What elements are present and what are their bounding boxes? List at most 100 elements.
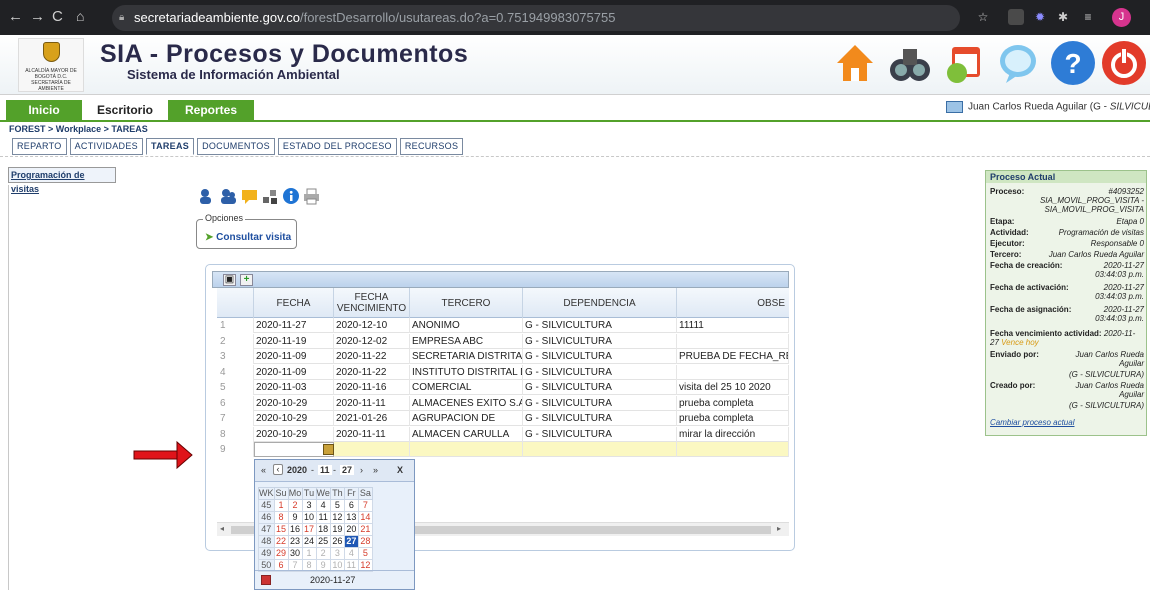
calendar-day-cell[interactable]: 18 — [315, 523, 331, 536]
close-icon[interactable]: X — [397, 465, 403, 475]
programacion-visitas-button[interactable]: Programación de visitas — [8, 167, 116, 194]
date-picker-icon[interactable] — [323, 444, 334, 455]
dependencia-cell[interactable]: G - SILVICULTURA — [523, 364, 677, 380]
calendar-day-cell[interactable]: 8 — [273, 511, 289, 524]
calendar-day-cell[interactable]: 10 — [301, 511, 317, 524]
comment-icon[interactable] — [241, 188, 258, 205]
table-row[interactable]: 2 2020-11-19 2020-12-02 EMPRESA ABC G - SILV… — [217, 333, 789, 349]
vencimiento-cell[interactable]: 2020-11-11 — [334, 426, 410, 442]
tercero-cell[interactable]: ALMACENES EXITO S.A — [410, 395, 523, 411]
calendar-day-cell[interactable]: 27 — [343, 535, 359, 548]
dependencia-cell[interactable]: G - SILVICULTURA — [523, 395, 677, 411]
reading-list-icon[interactable]: ≡ — [1080, 9, 1096, 25]
calendar-day-cell[interactable]: 29 — [273, 547, 289, 560]
calendar-day-cell[interactable]: 3 — [301, 499, 317, 512]
save-icon[interactable]: ▣ — [223, 274, 236, 286]
dependencia-cell[interactable]: G - SILVICULTURA — [523, 333, 677, 349]
dependencia-cell[interactable]: G - SILVICULTURA — [523, 349, 677, 364]
tab-documentos[interactable]: DOCUMENTOS — [197, 138, 275, 155]
fecha-cell[interactable]: 2020-10-29 — [254, 395, 334, 411]
address-bar[interactable]: 🔒︎ secretariadeambiente.gov.co/forestDesa… — [112, 5, 960, 31]
calendar-day-cell[interactable]: 17 — [301, 523, 317, 536]
calendar-day-cell[interactable]: 26 — [329, 535, 345, 548]
fecha-cell[interactable]: 2020-10-29 — [254, 426, 334, 442]
puzzle-icon[interactable]: ✱ — [1055, 9, 1071, 25]
calendar-day-cell[interactable]: 1 — [273, 499, 289, 512]
fecha-cell[interactable]: 2020-10-29 — [254, 411, 334, 426]
help-icon[interactable]: ? — [1051, 41, 1095, 85]
calendar-day-cell[interactable]: 13 — [343, 511, 359, 524]
calendar-day-cell[interactable]: 2 — [315, 547, 331, 560]
calendar-day-cell[interactable]: 12 — [329, 511, 345, 524]
add-row-icon[interactable]: + — [240, 274, 253, 286]
calendar-day-cell[interactable]: 20 — [343, 523, 359, 536]
col-header-tercero[interactable]: TERCERO — [410, 288, 523, 318]
user-assign-icon[interactable] — [198, 188, 215, 205]
tercero-cell[interactable] — [410, 442, 523, 457]
calendar-day-cell[interactable]: 9 — [287, 511, 303, 524]
observaciones-cell[interactable] — [677, 333, 789, 349]
tercero-cell[interactable]: INSTITUTO DISTRITAL DE — [410, 364, 523, 380]
next-month-icon[interactable]: › — [360, 465, 363, 475]
table-row[interactable]: 8 2020-10-29 2020-11-11 ALMACEN CARULLA G - … — [217, 426, 789, 442]
reload-icon[interactable]: C — [52, 8, 63, 25]
calendar-day-cell[interactable]: 4 — [315, 499, 331, 512]
fecha-cell[interactable] — [254, 442, 334, 457]
vencimiento-cell[interactable]: 2020-11-22 — [334, 349, 410, 364]
col-header-dependencia[interactable]: DEPENDENCIA — [523, 288, 677, 318]
scroll-left-icon[interactable]: ◂ — [220, 524, 224, 533]
table-row[interactable]: 7 2020-10-29 2021-01-26 AGRUPACION DE G - SI… — [217, 411, 789, 426]
observaciones-cell[interactable]: PRUEBA DE FECHA_REC — [677, 349, 789, 364]
col-header-fecha-vencimiento[interactable]: FECHA VENCIMIENTO — [334, 288, 410, 318]
forward-icon[interactable]: → — [30, 8, 45, 25]
tercero-cell[interactable]: AGRUPACION DE — [410, 411, 523, 426]
calendar-year[interactable]: 2020 — [287, 465, 307, 475]
vencimiento-cell[interactable]: 2020-11-22 — [334, 364, 410, 380]
home-browser-icon[interactable]: ⌂ — [76, 8, 84, 24]
calendar-day-cell[interactable]: 4 — [343, 547, 359, 560]
fecha-cell[interactable]: 2020-11-19 — [254, 333, 334, 349]
fecha-cell[interactable]: 2020-11-09 — [254, 349, 334, 364]
observaciones-cell[interactable]: mirar la dirección — [677, 426, 789, 442]
prev-month-icon[interactable]: ‹ — [273, 464, 283, 475]
calendar-month[interactable]: 11 — [318, 465, 332, 475]
calendar-icon[interactable] — [261, 575, 271, 585]
tercero-cell[interactable]: SECRETARIA DISTRITAL — [410, 349, 523, 364]
fecha-cell[interactable]: 2020-11-09 — [254, 364, 334, 380]
observaciones-cell[interactable]: prueba completa — [677, 411, 789, 426]
consultar-visita-link[interactable]: ➤ Consultar visita — [205, 232, 291, 243]
calendar-day-cell[interactable]: 30 — [287, 547, 303, 560]
table-row[interactable]: 3 2020-11-09 2020-11-22 SECRETARIA DISTRITA… — [217, 349, 789, 364]
workflow-icon[interactable] — [262, 188, 279, 205]
vencimiento-cell[interactable]: 2020-11-11 — [334, 395, 410, 411]
scroll-right-icon[interactable]: ▸ — [777, 524, 781, 533]
tercero-cell[interactable]: EMPRESA ABC — [410, 333, 523, 349]
home-icon[interactable] — [833, 41, 877, 85]
calendar-day-cell[interactable]: 1 — [301, 547, 317, 560]
calendar-day-cell[interactable]: 5 — [329, 499, 345, 512]
vencimiento-cell[interactable] — [334, 442, 410, 457]
print-icon[interactable] — [303, 188, 320, 205]
chat-icon[interactable] — [996, 41, 1040, 85]
dependencia-cell[interactable]: G - SILVICULTURA — [523, 380, 677, 395]
tercero-cell[interactable]: COMERCIAL — [410, 380, 523, 395]
tercero-cell[interactable]: ALMACEN CARULLA — [410, 426, 523, 442]
users-icon[interactable] — [220, 188, 237, 205]
observaciones-cell[interactable] — [677, 442, 789, 457]
calendar-day-cell[interactable]: 5 — [357, 547, 373, 560]
tab-actividades[interactable]: ACTIVIDADES — [69, 138, 143, 155]
dependencia-cell[interactable]: G - SILVICULTURA — [523, 426, 677, 442]
tab-reparto[interactable]: REPARTO — [12, 138, 67, 155]
nav-inicio[interactable]: Inicio — [6, 100, 82, 120]
calendar-day-cell[interactable]: 15 — [273, 523, 289, 536]
dependencia-cell[interactable]: G - SILVICULTURA — [523, 318, 677, 333]
dependencia-cell[interactable] — [523, 442, 677, 457]
calendar-day-cell[interactable]: 7 — [357, 499, 373, 512]
calendar-day-cell[interactable]: 6 — [343, 499, 359, 512]
fecha-cell[interactable]: 2020-11-03 — [254, 380, 334, 395]
calendar-day-cell[interactable]: 24 — [301, 535, 317, 548]
extension-icon[interactable] — [1008, 9, 1024, 25]
calendar-day-cell[interactable]: 23 — [287, 535, 303, 548]
calendar-day-cell[interactable]: 16 — [287, 523, 303, 536]
calendar-day-cell[interactable]: 22 — [273, 535, 289, 548]
